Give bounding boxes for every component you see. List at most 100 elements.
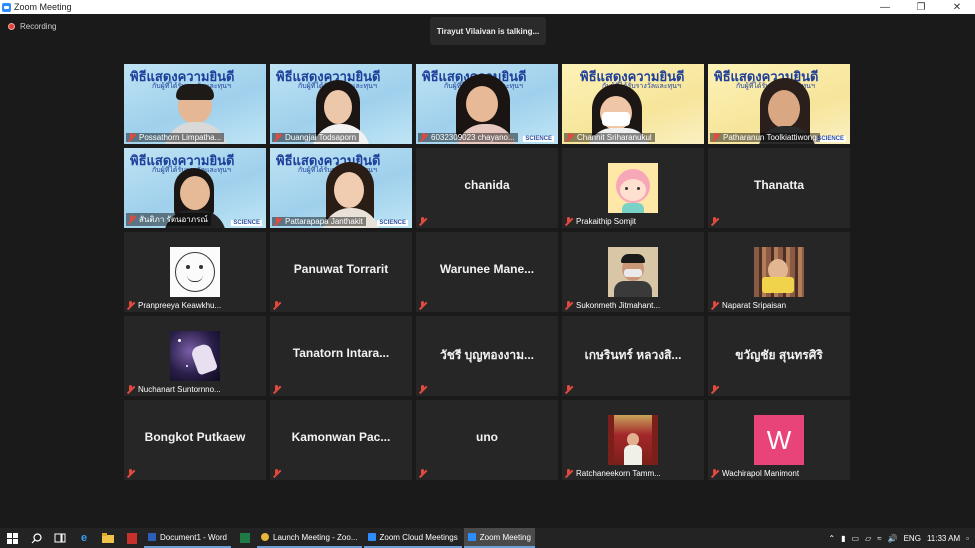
- mic-muted-icon: [564, 469, 573, 478]
- wifi-icon[interactable]: ≈: [877, 534, 881, 543]
- participant-name-label: Duangjai Todsaporn: [272, 133, 360, 142]
- mic-muted-icon: [710, 469, 719, 478]
- taskbar-app-chrome[interactable]: Launch Meeting - Zoo...: [257, 528, 362, 548]
- participant-name-label: 6032309023 chayano...: [418, 133, 518, 142]
- zoom-icon: [467, 533, 476, 541]
- mic-muted-icon: [564, 385, 573, 394]
- participant-name-label: [418, 301, 430, 310]
- word-icon: [148, 533, 156, 541]
- usb-icon[interactable]: ▮: [841, 534, 845, 543]
- participant-display-name: ขวัญชัย สุนทรศิริ: [735, 348, 823, 362]
- window-title: Zoom Meeting: [14, 2, 72, 12]
- participant-tile[interactable]: เกษรินทร์ หลวงสิ...: [562, 316, 704, 396]
- participant-tile[interactable]: Ratchaneekorn Tamm...: [562, 400, 704, 480]
- taskbar-app-word[interactable]: Document1 - Word: [144, 528, 231, 548]
- participant-tile[interactable]: พิธีแสดงความยินดี กับผู้ที่ได้รับรางวัลแ…: [124, 148, 266, 228]
- task-view-icon[interactable]: [48, 528, 72, 548]
- zoom-app-icon: [2, 2, 11, 12]
- avatar: [170, 247, 220, 297]
- participant-name-label: Naparat Sripaisan: [710, 301, 786, 310]
- participant-tile[interactable]: W Wachirapol Manimont: [708, 400, 850, 480]
- active-speaker-text: Tirayut Vilaivan is talking...: [436, 26, 540, 36]
- participant-name-label: Possathorn Limpatha...: [126, 133, 225, 142]
- language-indicator[interactable]: ENG: [904, 534, 921, 543]
- mic-muted-icon: [710, 385, 719, 394]
- participant-name-label: Pattarapapa Janthakit: [272, 217, 366, 226]
- participant-tile[interactable]: พิธีแสดงความยินดี กับผู้ที่ได้รับรางวัลแ…: [270, 148, 412, 228]
- minimize-button[interactable]: —: [867, 0, 903, 14]
- participant-tile[interactable]: Nuchanart Suntornno...: [124, 316, 266, 396]
- avatar-initial: W: [766, 424, 792, 455]
- clock[interactable]: 11:33 AM: [927, 534, 960, 543]
- mic-muted-icon: [711, 133, 720, 142]
- participant-name-label: [418, 217, 430, 226]
- mic-muted-icon: [710, 301, 719, 310]
- participant-tile[interactable]: พิธีแสดงความยินดี กับผู้ที่ได้รับรางวัลแ…: [562, 64, 704, 144]
- video-feed: พิธีแสดงความยินดี กับผู้ที่ได้รับรางวัลแ…: [270, 64, 412, 144]
- participant-tile[interactable]: พิธีแสดงความยินดี กับผู้ที่ได้รับรางวัลแ…: [270, 64, 412, 144]
- participant-tile[interactable]: Bongkot Putkaew: [124, 400, 266, 480]
- mic-muted-icon: [126, 385, 135, 394]
- participant-tile[interactable]: Sukonmeth Jitmahant...: [562, 232, 704, 312]
- taskbar-app-zoom-cloud[interactable]: Zoom Cloud Meetings: [363, 528, 462, 548]
- participant-tile[interactable]: Kamonwan Pac...: [270, 400, 412, 480]
- avatar: [608, 415, 658, 465]
- mic-muted-icon: [273, 217, 282, 226]
- taskbar-app-zoom-meeting[interactable]: Zoom Meeting: [463, 528, 535, 548]
- pdf-reader-icon[interactable]: [120, 528, 144, 548]
- participant-name-label: Ratchaneekorn Tamm...: [564, 469, 661, 478]
- close-button[interactable]: ✕: [939, 0, 975, 14]
- participant-tile[interactable]: Pranpreeya Keawkhu...: [124, 232, 266, 312]
- volume-icon[interactable]: 🔊: [888, 534, 898, 543]
- recording-indicator[interactable]: Recording: [8, 22, 56, 31]
- participant-tile[interactable]: พิธีแสดงความยินดี กับผู้ที่ได้รับรางวัลแ…: [416, 64, 558, 144]
- participant-name-label: [126, 469, 138, 478]
- file-explorer-icon[interactable]: [96, 528, 120, 548]
- meeting-stage: Recording Tirayut Vilaivan is talking...…: [0, 14, 975, 528]
- notification-icon[interactable]: ▫: [966, 534, 969, 543]
- participant-name-label: [710, 385, 722, 394]
- participant-tile[interactable]: uno: [416, 400, 558, 480]
- participant-tile[interactable]: ขวัญชัย สุนทรศิริ: [708, 316, 850, 396]
- avatar: [170, 331, 220, 381]
- participant-tile[interactable]: Panuwat Torrarit: [270, 232, 412, 312]
- mic-muted-icon: [272, 469, 281, 478]
- network-icon[interactable]: ▱: [865, 534, 871, 543]
- mic-muted-icon: [272, 385, 281, 394]
- windows-start-icon[interactable]: [0, 528, 24, 548]
- windows-taskbar: e Document1 - Word Launch Meeting - Zoo.…: [0, 528, 975, 548]
- search-icon[interactable]: [24, 528, 48, 548]
- record-icon: [8, 23, 15, 30]
- active-speaker-banner: Tirayut Vilaivan is talking...: [430, 17, 546, 45]
- science-badge: SCIENCE: [231, 220, 262, 226]
- participant-tile[interactable]: Tanatorn Intara...: [270, 316, 412, 396]
- participant-name-label: Sukonmeth Jitmahant...: [564, 301, 660, 310]
- video-feed: พิธีแสดงความยินดี กับผู้ที่ได้รับรางวัลแ…: [562, 64, 704, 144]
- participant-name-label: [418, 385, 430, 394]
- science-badge: SCIENCE: [815, 136, 846, 142]
- participant-display-name: เกษรินทร์ หลวงสิ...: [584, 348, 682, 362]
- mic-muted-icon: [418, 469, 427, 478]
- excel-icon[interactable]: [233, 528, 257, 548]
- mic-muted-icon: [127, 215, 136, 224]
- mic-muted-icon: [565, 133, 574, 142]
- participant-tile[interactable]: Naparat Sripaisan: [708, 232, 850, 312]
- participant-tile[interactable]: Thanatta: [708, 148, 850, 228]
- participant-tile[interactable]: วัชรี บุญทองงาม...: [416, 316, 558, 396]
- maximize-button[interactable]: ❐: [903, 0, 939, 14]
- participant-tile[interactable]: chanida: [416, 148, 558, 228]
- mic-muted-icon: [419, 133, 428, 142]
- chevron-up-icon[interactable]: ⌃: [828, 534, 835, 543]
- mic-muted-icon: [710, 217, 719, 226]
- battery-icon[interactable]: ▭: [852, 534, 860, 543]
- participant-name-label: [272, 301, 284, 310]
- participant-tile[interactable]: Prakaithip Somjit: [562, 148, 704, 228]
- participant-tile[interactable]: Warunee Mane...: [416, 232, 558, 312]
- mic-muted-icon: [564, 301, 573, 310]
- participant-tile[interactable]: พิธีแสดงความยินดี กับผู้ที่ได้รับรางวัลแ…: [708, 64, 850, 144]
- participant-display-name: วัชรี บุญทองงาม...: [440, 348, 534, 362]
- participant-tile[interactable]: พิธีแสดงความยินดี กับผู้ที่ได้รับรางวัลแ…: [124, 64, 266, 144]
- edge-browser-icon[interactable]: e: [72, 528, 96, 548]
- science-badge: SCIENCE: [523, 136, 554, 142]
- mic-muted-icon: [127, 133, 136, 142]
